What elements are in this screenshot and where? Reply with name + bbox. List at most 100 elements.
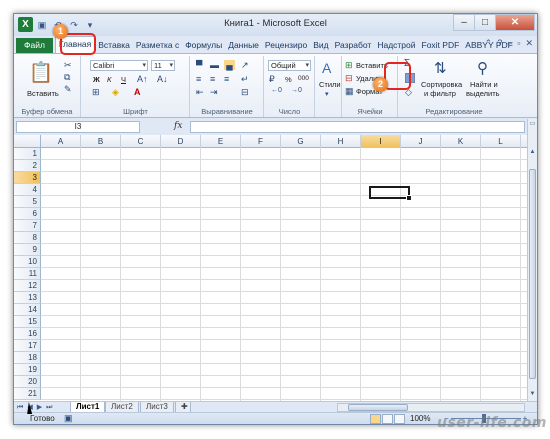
align-right-icon[interactable]: ≡ [224,74,229,84]
maximize-button[interactable]: □ [474,14,496,31]
formula-input[interactable] [190,121,525,133]
column-header-d[interactable]: D [161,135,201,148]
scroll-down-icon[interactable]: ▼ [528,389,537,399]
sort-filter-label-2[interactable]: и фильтр [424,89,456,98]
tab-addins[interactable]: Надстрой [374,38,418,53]
column-header-c[interactable]: C [121,135,161,148]
align-top-icon[interactable]: ▀ [196,60,202,70]
minimize-button[interactable]: – [453,14,475,31]
clipboard-icon[interactable]: 📋 [26,60,56,84]
font-size-combo[interactable]: 11 [151,60,175,71]
insert-function-button[interactable]: fx [174,121,182,131]
underline-button[interactable]: Ч [121,75,126,84]
insert-cells-icon[interactable]: ⊞ [345,60,353,71]
scroll-up-icon[interactable]: ▲ [528,147,537,157]
row-header-11[interactable]: 11 [14,268,41,280]
tab-view[interactable]: Вид [310,38,331,53]
tab-formulas[interactable]: Формулы [182,38,225,53]
row-header-5[interactable]: 5 [14,196,41,208]
name-box[interactable]: I3 [16,121,140,133]
horizontal-scroll-thumb[interactable] [348,404,408,411]
orientation-icon[interactable]: ↗ [241,60,249,71]
column-header-e[interactable]: E [201,135,241,148]
delete-cells-icon[interactable]: ⊟ [345,73,353,84]
column-header-l[interactable]: L [481,135,521,148]
vertical-scroll-thumb[interactable] [529,169,536,379]
column-header-f[interactable]: F [241,135,281,148]
row-header-16[interactable]: 16 [14,328,41,340]
bold-button[interactable]: Ж [93,75,100,84]
active-cell-i3[interactable] [369,186,412,201]
cell-area[interactable] [41,148,527,401]
row-header-4[interactable]: 4 [14,184,41,196]
tab-file[interactable]: Файл [16,38,53,53]
row-header-21[interactable]: 21 [14,388,41,400]
row-header-2[interactable]: 2 [14,160,41,172]
number-format-combo[interactable]: Общий [268,60,311,71]
italic-button[interactable]: К [107,75,111,84]
cut-icon[interactable]: ✂ [64,60,72,71]
align-left-icon[interactable]: ≡ [196,74,201,84]
row-header-8[interactable]: 8 [14,232,41,244]
row-header-6[interactable]: 6 [14,208,41,220]
macro-record-icon[interactable]: ▣ [64,413,73,424]
styles-icon[interactable]: A [322,60,331,76]
row-header-13[interactable]: 13 [14,292,41,304]
borders-icon[interactable]: ⊞ [92,87,100,98]
wrap-text-icon[interactable]: ↵ [241,74,249,85]
row-header-15[interactable]: 15 [14,316,41,328]
tab-developer[interactable]: Разработ [332,38,375,53]
help-icon[interactable]: ? [497,38,502,49]
split-handle-icon[interactable]: ▭ [528,119,537,129]
align-middle-icon[interactable]: ▬ [210,60,219,70]
row-header-19[interactable]: 19 [14,364,41,376]
find-select-label[interactable]: Найти и [470,80,498,89]
thousands-button[interactable]: 000 [298,75,309,82]
grow-font-icon[interactable]: A↑ [137,74,148,84]
row-header-7[interactable]: 7 [14,220,41,232]
row-header-12[interactable]: 12 [14,280,41,292]
zoom-level[interactable]: 100% [410,414,430,423]
row-header-14[interactable]: 14 [14,304,41,316]
sort-filter-icon[interactable]: ⇅ [434,59,447,77]
decrease-decimal-icon[interactable]: →0 [291,87,302,94]
styles-button[interactable]: Стили [319,80,341,89]
page-layout-view-button[interactable] [382,414,393,424]
tab-foxit-pdf[interactable]: Foxit PDF [419,38,463,53]
font-name-combo[interactable]: Calibri [90,60,148,71]
styles-dropdown-icon[interactable]: ▾ [325,90,329,98]
merge-center-icon[interactable]: ⊟ [241,87,249,98]
column-header-b[interactable]: B [81,135,121,148]
window-restore-icon[interactable]: ▫ [517,38,520,49]
row-header-10[interactable]: 10 [14,256,41,268]
shrink-font-icon[interactable]: A↓ [157,74,168,84]
find-select-label-2[interactable]: выделить [466,89,500,98]
sort-filter-label[interactable]: Сортировка [421,80,462,89]
vertical-scrollbar[interactable]: ▭ ▲ ▼ [527,119,537,401]
align-center-icon[interactable]: ≡ [210,74,215,84]
select-all-corner[interactable] [14,135,41,148]
row-header-9[interactable]: 9 [14,244,41,256]
column-header-i[interactable]: I [361,135,401,148]
row-header-18[interactable]: 18 [14,352,41,364]
normal-view-button[interactable] [370,414,381,424]
increase-decimal-icon[interactable]: ←0 [271,87,282,94]
tab-insert[interactable]: Вставка [95,38,133,53]
format-cells-icon[interactable]: ▦ [345,86,354,97]
column-header-k[interactable]: K [441,135,481,148]
format-painter-icon[interactable]: ✎ [64,84,72,95]
align-bottom-icon[interactable]: ▄ [224,60,235,70]
row-header-3[interactable]: 3 [14,172,41,184]
decrease-indent-icon[interactable]: ⇤ [196,87,204,98]
fill-color-icon[interactable]: ◈ [112,87,119,98]
page-break-view-button[interactable] [394,414,405,424]
tab-page-layout[interactable]: Разметка с [133,38,182,53]
tab-review[interactable]: Рецензиро [262,38,310,53]
find-select-icon[interactable]: ⚲ [477,59,488,77]
horizontal-scrollbar[interactable] [337,403,525,412]
row-header-20[interactable]: 20 [14,376,41,388]
tab-data[interactable]: Данные [225,38,262,53]
copy-icon[interactable]: ⧉ [64,72,70,83]
window-minimize-icon[interactable]: – [507,38,512,49]
column-header-j[interactable]: J [401,135,441,148]
